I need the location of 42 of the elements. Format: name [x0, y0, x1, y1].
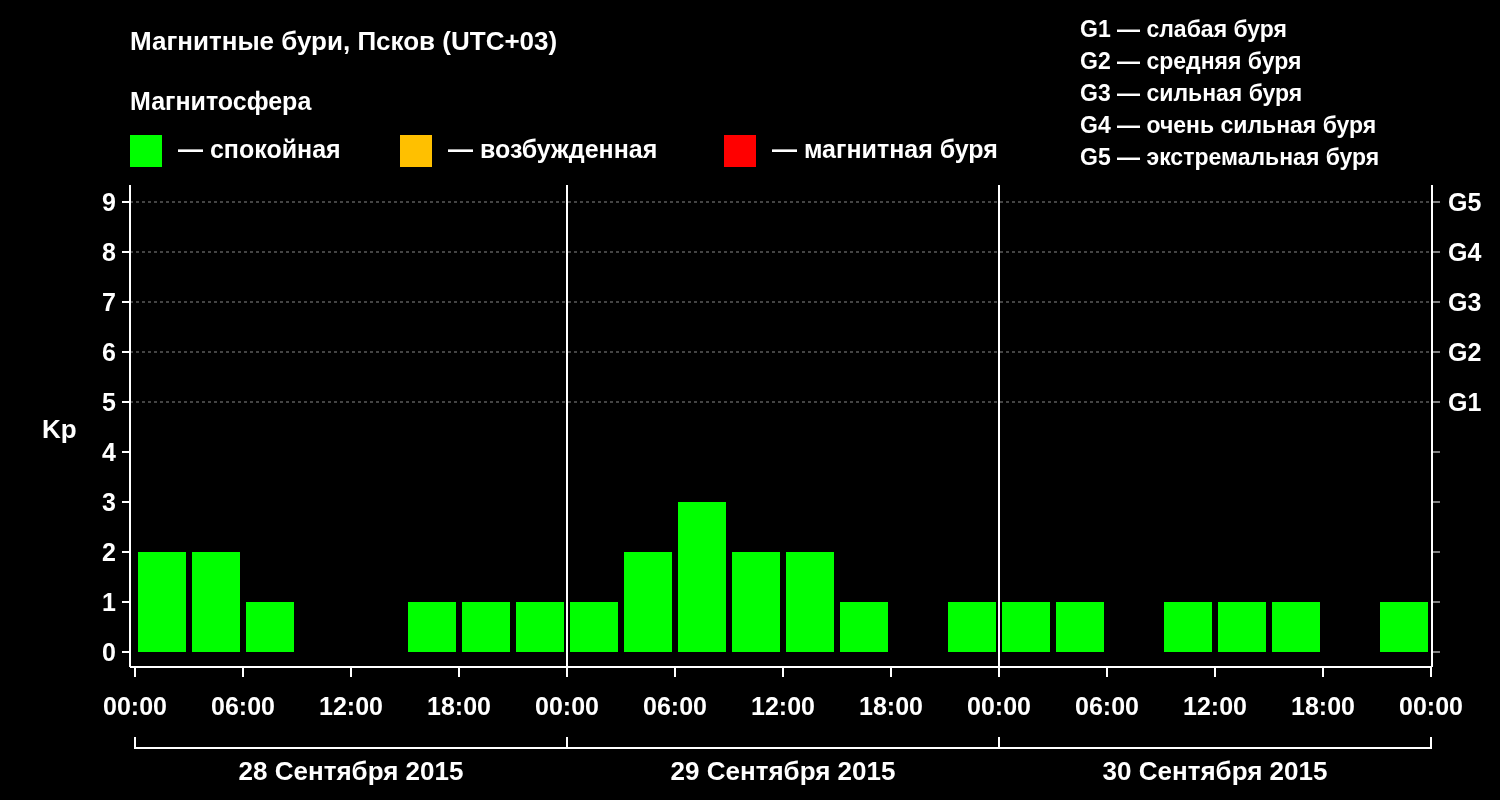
x-axis-label: 12:00	[1183, 692, 1247, 720]
y-axis-label: 4	[102, 438, 116, 466]
x-axis-label: 18:00	[859, 692, 923, 720]
date-label: 30 Сентября 2015	[1102, 756, 1328, 786]
storm-scale-label: G2 — средняя буря	[1080, 48, 1302, 74]
legend-title: Магнитосфера	[130, 87, 312, 115]
date-label: 28 Сентября 2015	[238, 756, 464, 786]
x-axis-label: 00:00	[1399, 692, 1463, 720]
y-axis-label: 1	[102, 588, 116, 616]
x-axis-label: 18:00	[427, 692, 491, 720]
date-label: 29 Сентября 2015	[670, 756, 896, 786]
storm-axis-label: G2	[1448, 338, 1482, 366]
storm-axis-label: G3	[1448, 288, 1482, 316]
x-axis-label: 06:00	[1075, 692, 1139, 720]
x-axis-label: 06:00	[643, 692, 707, 720]
x-axis-label: 06:00	[211, 692, 275, 720]
legend-label: — магнитная буря	[772, 135, 998, 163]
storm-axis-label: G1	[1448, 388, 1482, 416]
storm-scale-label: G3 — сильная буря	[1080, 80, 1303, 106]
legend-label: — спокойная	[178, 135, 341, 163]
y-axis-label: 7	[102, 288, 116, 316]
x-axis-label: 18:00	[1291, 692, 1355, 720]
x-axis-label: 12:00	[319, 692, 383, 720]
y-axis-label: 5	[102, 388, 116, 416]
storm-axis-label: G5	[1448, 188, 1482, 216]
x-axis-label: 00:00	[103, 692, 167, 720]
storm-scale-label: G4 — очень сильная буря	[1080, 112, 1377, 138]
storm-axis-label: G4	[1448, 238, 1482, 266]
y-axis-title: Kp	[42, 414, 77, 444]
y-axis-label: 6	[102, 338, 116, 366]
y-axis-label: 3	[102, 488, 116, 516]
storm-scale-label: G5 — экстремальная буря	[1080, 144, 1380, 170]
x-axis-label: 00:00	[967, 692, 1031, 720]
storm-scale-label: G1 — слабая буря	[1080, 16, 1288, 42]
chart-title: Магнитные бури, Псков (UTC+03)	[130, 26, 558, 56]
x-axis-label: 12:00	[751, 692, 815, 720]
y-axis-label: 0	[102, 638, 116, 666]
y-axis-label: 2	[102, 538, 116, 566]
y-axis-label: 9	[102, 188, 116, 216]
x-axis-label: 00:00	[535, 692, 599, 720]
y-axis-label: 8	[102, 238, 116, 266]
legend-label: — возбужденная	[448, 135, 658, 163]
